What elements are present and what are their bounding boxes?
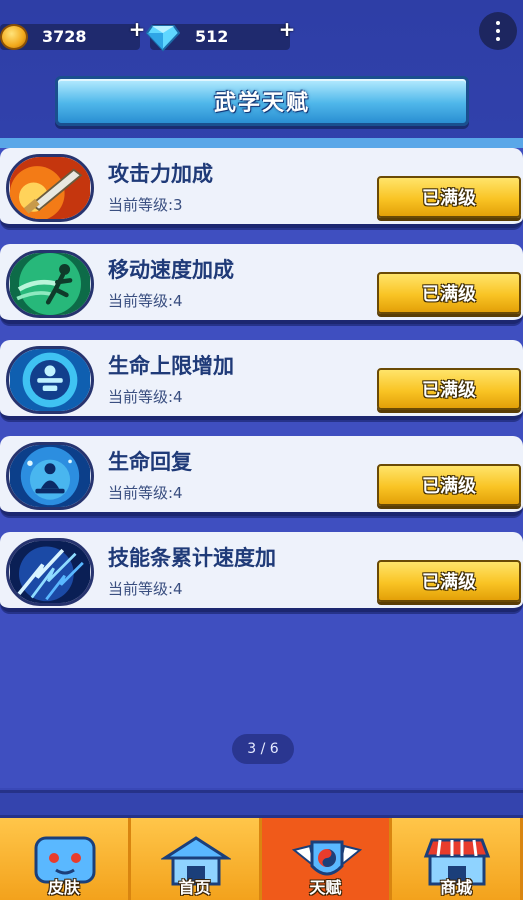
running-figure-icon [6,250,94,318]
dot-icon [496,21,500,25]
coin-amount: 3728 [42,27,87,46]
max-level-button[interactable]: 已满级 [377,176,521,218]
diamond-icon [145,22,181,52]
talent-card: 生命回复 当前等级:4 已满级 [0,436,523,516]
talent-card: 攻击力加成 当前等级:3 已满级 [0,148,523,228]
sword-fire-icon [6,154,94,222]
talent-name: 移动速度加成 [108,258,234,282]
talent-level: 当前等级:4 [108,580,183,598]
tab-label: 首页 [178,878,211,897]
page-title: 武学天赋 [213,91,310,116]
max-level-button[interactable]: 已满级 [377,560,521,602]
talent-level: 当前等级:4 [108,388,183,406]
panel-top-strip [0,138,523,148]
divider-band [0,790,523,818]
talent-level: 当前等级:4 [108,292,183,310]
tab-talent[interactable]: 天赋 [261,818,393,900]
bottom-nav: 皮肤 首页 天赋 商城 [0,818,523,900]
add-coins-button[interactable]: + [128,19,146,39]
talent-card: 技能条累计速度加 当前等级:4 已满级 [0,532,523,612]
dot-icon [496,29,500,33]
talent-name: 攻击力加成 [108,162,213,186]
tab-label: 商城 [440,878,473,897]
max-level-button[interactable]: 已满级 [377,464,521,506]
page-indicator: 3 / 6 [232,734,294,764]
dot-icon [496,37,500,41]
talent-name: 生命上限增加 [108,354,234,378]
gem-amount: 512 [195,27,229,46]
add-gems-button[interactable]: + [278,19,296,39]
tab-label: 天赋 [309,878,342,897]
lightning-icon [6,538,94,606]
tab-shop[interactable]: 商城 [392,818,523,900]
title-banner: 武学天赋 [55,76,469,126]
tab-label: 皮肤 [47,878,80,897]
talent-level: 当前等级:4 [108,484,183,502]
more-options-button[interactable] [479,12,517,50]
talent-card: 移动速度加成 当前等级:4 已满级 [0,244,523,324]
tab-home[interactable]: 首页 [130,818,262,900]
max-level-button[interactable]: 已满级 [377,368,521,410]
talent-name: 生命回复 [108,450,192,474]
tab-skin[interactable]: 皮肤 [0,818,131,900]
talent-screen: 3728 + 512 + 武学天赋 攻击力加成 当前等级:3 已满级 移动速度加… [0,0,523,900]
resource-bar: 3728 + 512 + [0,0,523,70]
talent-name: 技能条累计速度加 [108,546,276,570]
talent-card: 生命上限增加 当前等级:4 已满级 [0,340,523,420]
health-figure-icon [6,346,94,414]
talent-level: 当前等级:3 [108,196,183,214]
max-level-button[interactable]: 已满级 [377,272,521,314]
coin-icon [0,24,28,50]
meditation-icon [6,442,94,510]
